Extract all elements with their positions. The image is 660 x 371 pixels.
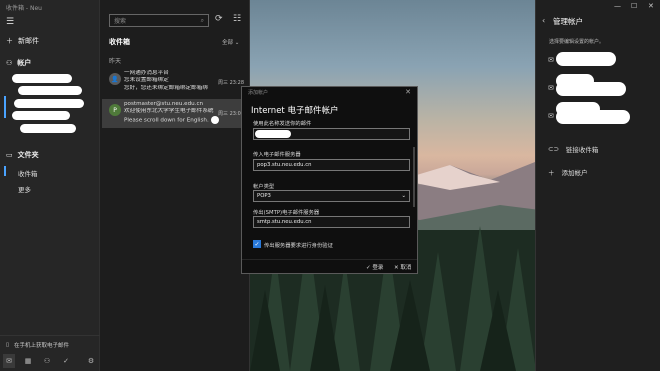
close-icon[interactable]: ✕ (405, 88, 411, 96)
redacted-account (556, 82, 626, 96)
account-item-redacted[interactable] (12, 74, 72, 83)
auth-checkbox-label: 传出服务器要求进行身份验证 (264, 243, 333, 249)
dialog-heading: Internet 电子邮件帐户 (251, 106, 339, 116)
link-inboxes-button[interactable]: ⊂⊃ 链接收件箱 (548, 144, 598, 154)
account-type-label: 帐户类型 (253, 184, 275, 190)
selected-indicator (4, 96, 6, 118)
account-item-redacted[interactable] (14, 99, 84, 108)
todo-icon[interactable]: ✓ (60, 357, 72, 367)
redacted-account (556, 110, 630, 124)
check-icon: ✓ (366, 265, 371, 271)
dialog-window-title: 添加帐户 (248, 90, 269, 96)
person-icon: ⚇ (6, 59, 13, 67)
date-group-header: 昨天 (109, 58, 122, 65)
close-window-icon[interactable]: ✕ (648, 2, 654, 10)
nav-sidebar: 收件箱 - Neu ☰ ＋ 新邮件 ⚇ 帐户 ▭ 文件夹 收件箱 更多 ▯ 在手… (0, 0, 100, 371)
redacted-value (255, 130, 291, 138)
message-time: 周三 23:28 (218, 80, 244, 86)
account-type-select[interactable]: POP3 ⌄ (253, 190, 410, 202)
account-type-value: POP3 (257, 193, 271, 199)
search-input[interactable]: 搜索 (114, 16, 126, 25)
sender-name-field[interactable] (253, 128, 410, 140)
search-box[interactable]: 搜索 ⌕ (109, 14, 209, 27)
add-account-label: 添加帐户 (561, 169, 588, 177)
filter-dropdown[interactable]: 全部 ⌄ (222, 38, 239, 46)
mail-icon: ✉ (548, 56, 554, 64)
account-item-redacted[interactable] (12, 111, 70, 120)
list-item[interactable]: P postmaster@stu.neu.edu.cn 欢迎使用东北大学学生电子… (102, 99, 248, 128)
cancel-button[interactable]: ✕ 取消 (394, 263, 411, 271)
account-item-redacted[interactable] (20, 124, 76, 133)
message-preview: Please scroll down for English. (124, 115, 244, 125)
back-arrow-icon[interactable]: ‹ (542, 16, 545, 25)
avatar: 👤 (109, 73, 121, 85)
sign-in-label: 登录 (372, 265, 384, 271)
add-account-button[interactable]: ＋ 添加帐户 (548, 167, 588, 177)
select-mode-icon[interactable]: ☷ (233, 14, 241, 24)
message-list-pane: 搜索 ⌕ ⟳ ☷ 收件箱 全部 ⌄ 昨天 👤 一网通办消息平台 您未设置邮箱绑定… (100, 0, 250, 371)
list-item[interactable]: 👤 一网通办消息平台 您未设置邮箱绑定 您好，您还未绑定邮箱绑定邮箱绑 周三 2… (102, 68, 248, 97)
auth-checkbox[interactable]: ✓ (253, 240, 261, 248)
link-icon: ⊂⊃ (548, 145, 559, 153)
new-mail-label: 新邮件 (18, 37, 39, 45)
accounts-header[interactable]: ⚇ 帐户 (6, 58, 31, 68)
filter-label: 全部 (222, 40, 234, 46)
avatar: P (109, 104, 121, 116)
folder-inbox[interactable]: 收件箱 (18, 168, 38, 178)
manage-accounts-pane: — ☐ ✕ ‹ 管理帐户 选择要编辑设置的帐户。 ✉ ✉ ✉ ⊂⊃ 链接收件箱 … (535, 0, 660, 371)
account-entry[interactable]: ✉ (548, 84, 554, 92)
outgoing-server-field[interactable]: smtp.stu.neu.edu.cn (253, 216, 410, 228)
window-title: 收件箱 - Neu (6, 5, 42, 12)
folders-header[interactable]: ▭ 文件夹 (6, 150, 39, 160)
folder-title: 收件箱 (109, 38, 130, 46)
message-preview-text: Please scroll down for English. (124, 117, 209, 124)
cancel-label: 取消 (400, 265, 412, 271)
account-entry[interactable]: ✉ (548, 112, 554, 120)
account-item-redacted[interactable] (18, 86, 82, 95)
folder-more[interactable]: 更多 (18, 184, 31, 194)
outgoing-server-label: 传出(SMTP)电子邮件服务器 (253, 210, 320, 216)
phone-promo-label: 在手机上获取电子邮件 (14, 343, 70, 349)
mail-icon: ✉ (548, 84, 554, 92)
name-label: 使用此名称发送你的邮件 (253, 121, 312, 127)
plus-icon: ＋ (548, 169, 555, 177)
scrollbar[interactable] (413, 147, 415, 207)
cursor-dot (210, 115, 219, 124)
minimize-icon[interactable]: — (614, 2, 621, 10)
folders-label: 文件夹 (17, 151, 39, 159)
selected-indicator (4, 166, 6, 176)
phone-promo-link[interactable]: ▯ 在手机上获取电子邮件 (6, 341, 69, 349)
calendar-icon[interactable]: ▦ (22, 357, 34, 367)
redacted-account (556, 52, 616, 66)
message-sender: 一网通办消息平台 (124, 70, 169, 76)
incoming-server-label: 传入电子邮件服务器 (253, 152, 301, 158)
message-sender: postmaster@stu.neu.edu.cn (124, 101, 204, 107)
sign-in-button[interactable]: ✓ 登录 (366, 263, 383, 271)
folder-icon: ▭ (6, 151, 13, 159)
add-account-dialog: 添加帐户 ✕ Internet 电子邮件帐户 使用此名称发送你的邮件 传入电子邮… (241, 86, 418, 274)
accounts-label: 帐户 (17, 59, 32, 67)
account-entry[interactable]: ✉ (548, 56, 554, 64)
search-icon[interactable]: ⌕ (201, 17, 204, 25)
people-icon[interactable]: ⚇ (41, 357, 53, 367)
plus-icon: ＋ (6, 37, 13, 45)
chevron-down-icon: ⌄ (401, 193, 406, 199)
close-icon: ✕ (394, 265, 399, 271)
link-inboxes-label: 链接收件箱 (565, 146, 599, 154)
hamburger-menu-icon[interactable]: ☰ (6, 17, 14, 27)
sync-icon[interactable]: ⟳ (215, 14, 223, 24)
dialog-footer (242, 259, 417, 273)
incoming-server-field[interactable]: pop3.stu.neu.edu.cn (253, 159, 410, 171)
maximize-icon[interactable]: ☐ (631, 2, 637, 10)
mail-icon[interactable]: ✉ (3, 357, 15, 367)
pane-subtitle: 选择要编辑设置的帐户。 (549, 39, 605, 45)
pane-title: 管理帐户 (553, 17, 583, 26)
mail-icon: ✉ (548, 112, 554, 120)
new-mail-button[interactable]: ＋ 新邮件 (6, 36, 39, 46)
phone-icon: ▯ (6, 342, 10, 348)
gear-icon[interactable]: ⚙ (85, 357, 97, 367)
